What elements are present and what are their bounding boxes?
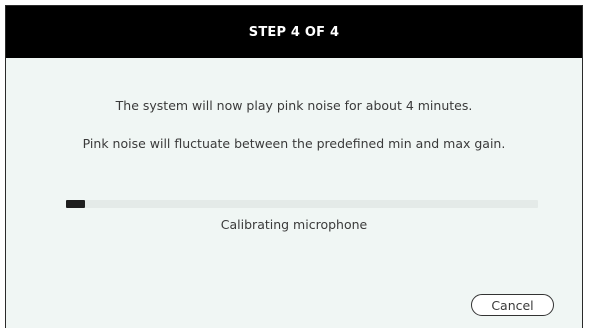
progress-label: Calibrating microphone — [220, 217, 368, 232]
page: STEP 4 OF 4 The system will now play pin… — [0, 0, 590, 328]
progress-bar — [66, 200, 538, 208]
message-line-2: Pink noise will fluctuate between the pr… — [82, 136, 506, 151]
cancel-button[interactable]: Cancel — [471, 294, 554, 316]
message-line-1: The system will now play pink noise for … — [115, 98, 473, 113]
dialog-header: STEP 4 OF 4 — [6, 6, 582, 58]
step-title: STEP 4 OF 4 — [248, 24, 340, 40]
calibration-dialog: STEP 4 OF 4 The system will now play pin… — [5, 5, 583, 328]
dialog-body: The system will now play pink noise for … — [6, 58, 582, 328]
progress-bar-fill — [66, 200, 85, 208]
